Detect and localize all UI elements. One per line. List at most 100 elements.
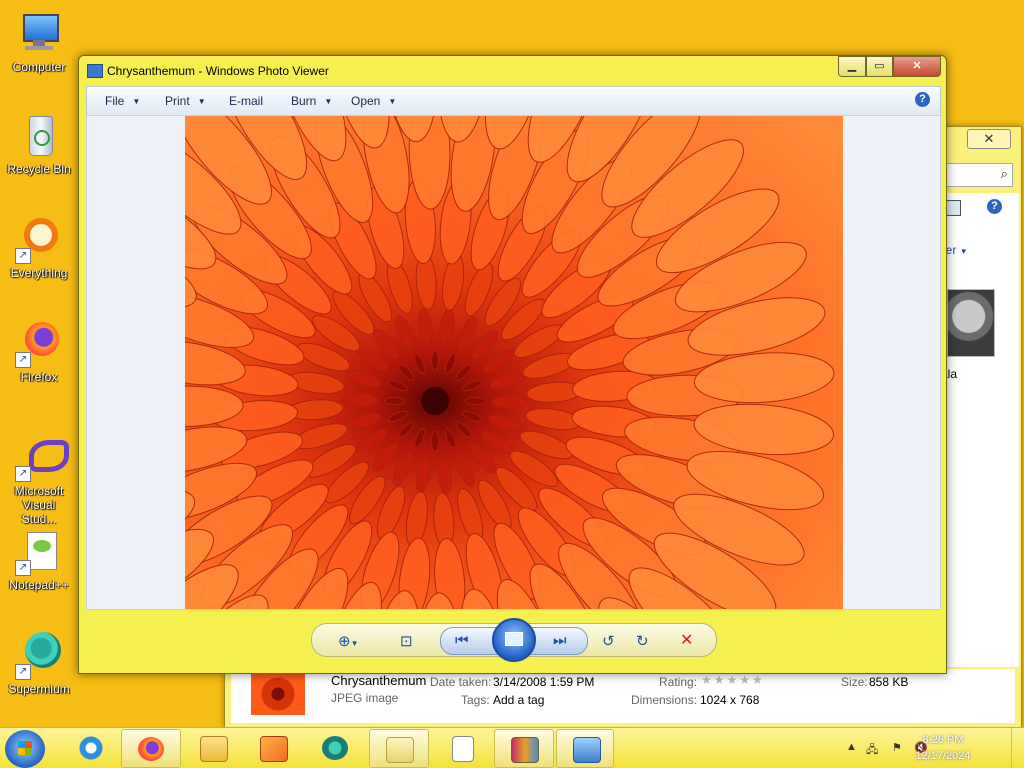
shortcut-arrow-icon: ↗: [15, 248, 31, 264]
window-title: Chrysanthemum - Windows Photo Viewer: [107, 64, 329, 78]
desktop-icon-supermium[interactable]: ↗ Supermium: [4, 632, 74, 696]
menu-bar: File ▼ Print ▼ E-mail Burn ▼ Open ▼ ?: [86, 86, 941, 116]
preview-pane-icon[interactable]: [945, 200, 961, 216]
delete-icon[interactable]: ✕: [680, 630, 693, 650]
document-icon: [452, 736, 474, 762]
petal: [384, 397, 406, 405]
rating-stars[interactable]: ★★★★★: [701, 673, 765, 687]
explorer-close-button[interactable]: ✕: [967, 129, 1011, 149]
internet-explorer-icon: [78, 736, 104, 760]
menu-open[interactable]: Open ▼: [351, 94, 396, 108]
date-taken-label: Date taken:: [430, 675, 492, 689]
chrysanthemum-photo[interactable]: [185, 116, 843, 609]
date-taken-value[interactable]: 3/14/2008 1:59 PM: [493, 675, 594, 689]
taskbar-internet-explorer[interactable]: [62, 729, 120, 766]
folder-icon: [200, 736, 228, 762]
explorer-search-input[interactable]: ⌕: [941, 163, 1013, 187]
desktop-icon-label: Supermium: [8, 682, 70, 696]
action-center-flag-icon[interactable]: ⚑: [892, 741, 902, 754]
everything-icon: ↗: [15, 216, 63, 264]
taskbar-notepad[interactable]: [432, 729, 490, 766]
chevron-down-icon: ▼: [197, 97, 206, 106]
menu-print[interactable]: Print ▼: [165, 94, 206, 108]
dimensions-value: 1024 x 768: [700, 693, 760, 707]
file-name: Chrysanthemum: [331, 673, 427, 688]
shortcut-arrow-icon: ↗: [15, 560, 31, 576]
slideshow-button[interactable]: [492, 618, 536, 662]
menu-burn[interactable]: Burn ▼: [291, 94, 332, 108]
computer-icon: [15, 10, 63, 58]
taskbar-file-explorer[interactable]: [184, 729, 242, 766]
koala-thumbnail[interactable]: [947, 289, 995, 357]
taskbar-media-player[interactable]: [244, 729, 302, 766]
explorer-toolbar: ?: [939, 193, 1019, 223]
taskbar-photo-viewer[interactable]: [556, 729, 614, 768]
photo-viewer-window[interactable]: Chrysanthemum - Windows Photo Viewer ▁ ▭…: [78, 55, 947, 674]
desktop-icon-visual-studio[interactable]: ↗ Microsoft Visual Stud...: [4, 434, 74, 526]
search-icon: ⌕: [1000, 166, 1008, 181]
photo-viewer-app-icon: [87, 64, 103, 78]
start-button[interactable]: [5, 730, 45, 768]
taskbar: ▲ 🖧 ⚑ 🔇 8:26 PM 12/17/2024: [0, 727, 1024, 768]
petal: [491, 395, 529, 409]
details-pane: Chrysanthemum JPEG image Date taken: 3/1…: [231, 669, 1015, 723]
desktop-icon-computer[interactable]: Computer: [4, 10, 74, 74]
desktop-icon-label: Recycle Bin: [7, 162, 71, 176]
rating-label: Rating:: [659, 675, 698, 689]
explorer-file-pane: der ▼ ala: [939, 223, 1019, 667]
minimize-button[interactable]: ▁: [838, 56, 866, 77]
desktop-icon-recycle-bin[interactable]: Recycle Bin: [4, 112, 74, 176]
actual-size-icon[interactable]: ⊡: [400, 632, 413, 650]
firefox-icon: [138, 737, 164, 761]
petal: [431, 350, 439, 372]
size-label: Size:: [841, 675, 868, 689]
close-button[interactable]: ✕: [893, 56, 941, 77]
previous-icon[interactable]: ⏮: [455, 632, 469, 649]
zoom-icon[interactable]: ⊕▼: [338, 632, 359, 650]
next-icon[interactable]: ⏭: [553, 632, 567, 649]
supermium-icon: [322, 736, 348, 760]
file-type: JPEG image: [331, 691, 399, 705]
help-icon[interactable]: ?: [915, 92, 930, 107]
desktop-icon-firefox[interactable]: ↗ Firefox: [4, 320, 74, 384]
slideshow-icon: [505, 632, 523, 646]
folder-icon: [386, 737, 414, 763]
menu-email[interactable]: E-mail: [229, 94, 263, 108]
archive-icon: [511, 737, 539, 763]
file-thumbnail: [251, 673, 305, 715]
desktop-icon-notepadpp[interactable]: ↗ Notepad++: [4, 528, 74, 592]
tags-label: Tags:: [461, 693, 490, 707]
shortcut-arrow-icon: ↗: [15, 466, 31, 482]
media-player-icon: [260, 736, 288, 762]
petal: [341, 393, 379, 407]
taskbar-explorer-window[interactable]: [369, 729, 429, 768]
help-icon[interactable]: ?: [987, 199, 1002, 214]
show-desktop-button[interactable]: [1011, 728, 1024, 768]
taskbar-firefox[interactable]: [121, 729, 181, 768]
shortcut-arrow-icon: ↗: [15, 352, 31, 368]
clock-time: 8:26 PM: [922, 734, 964, 746]
notepadpp-icon: ↗: [15, 528, 63, 576]
petal: [464, 397, 486, 405]
title-bar[interactable]: Chrysanthemum - Windows Photo Viewer ▁ ▭…: [79, 56, 946, 86]
network-icon[interactable]: 🖧: [866, 741, 878, 760]
flower-image: [185, 116, 843, 609]
taskbar-supermium[interactable]: [306, 729, 364, 766]
clock[interactable]: 8:26 PM 12/17/2024: [908, 732, 978, 764]
taskbar-winrar[interactable]: [494, 729, 554, 768]
show-hidden-icons[interactable]: ▲: [846, 741, 857, 753]
petal: [431, 430, 439, 452]
rotate-clockwise-icon[interactable]: ↻: [636, 632, 649, 650]
rotate-counterclockwise-icon[interactable]: ↺: [602, 632, 615, 650]
firefox-icon: ↗: [15, 320, 63, 368]
desktop-icon-label: Everything: [10, 266, 68, 280]
tags-value[interactable]: Add a tag: [493, 693, 544, 707]
desktop-icon-everything[interactable]: ↗ Everything: [4, 216, 74, 280]
desktop-icon-label: Notepad++: [9, 578, 69, 592]
shortcut-arrow-icon: ↗: [15, 664, 31, 680]
photo-viewer-icon: [573, 737, 601, 763]
menu-file[interactable]: File ▼: [105, 94, 140, 108]
visual-studio-icon: ↗: [15, 434, 69, 482]
size-value: 858 KB: [869, 675, 909, 689]
maximize-button[interactable]: ▭: [866, 56, 893, 77]
